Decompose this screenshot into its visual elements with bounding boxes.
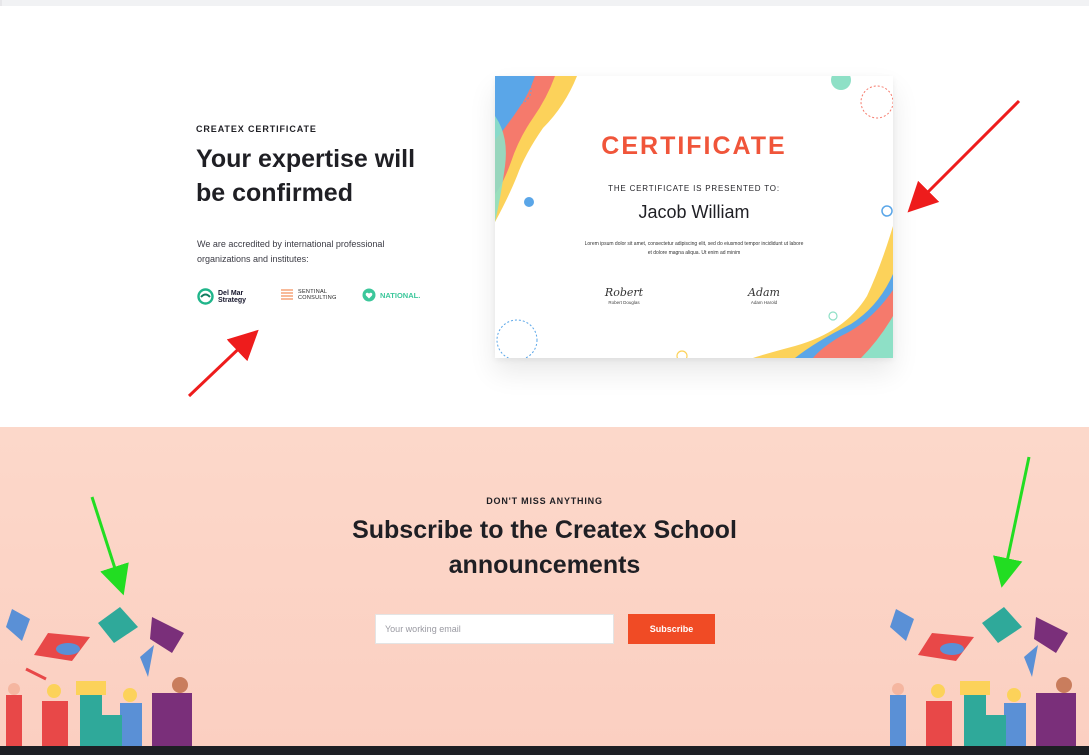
sentinal-logo-icon [281,289,293,300]
certificate-description: We are accredited by international profe… [197,239,385,264]
signature-2-name: Adam Harold [750,300,778,305]
subscribe-heading-line1: Subscribe to the Createx School [352,516,737,544]
subscribe-section: DON'T MISS ANYTHING Subscribe to the Cre… [0,427,1089,747]
subscribe-heading-line2: announcements [448,551,641,579]
del-mar-logo-icon [197,288,214,305]
subscribe-button[interactable]: Subscribe [628,614,715,644]
signature-1: Robert Robert Douglas [584,286,664,305]
footer-strip [0,746,1089,755]
certificate-card: CERTIFICATE THE CERTIFICATE IS PRESENTED… [495,76,893,358]
certificate-card-title: CERTIFICATE [601,132,787,160]
partner-national[interactable]: NATIONAL. [362,288,420,302]
partner-sentinal-line2: CONSULTING [298,295,337,301]
partner-del-mar-line2: Strategy [218,296,247,304]
subscribe-heading: Subscribe to the Createx School announce… [0,513,1089,583]
certificate-body-text: Lorem ipsum dolor sit amet, consectetur … [584,241,804,256]
certificate-eyebrow: CREATEX CERTIFICATE [196,124,317,134]
partner-del-mar-line1: Del Mar [218,289,244,297]
subscribe-eyebrow: DON'T MISS ANYTHING [486,496,603,506]
signature-2-hand: Adam [748,286,780,299]
signature-2: Adam Adam Harold [724,286,804,305]
signature-1-name: Robert Douglas [608,300,640,305]
certificate-heading: Your expertise will be confirmed [196,145,416,207]
graduation-illustration-left [6,607,192,747]
certificate-card-subtitle: THE CERTIFICATE IS PRESENTED TO: [608,184,780,193]
partner-del-mar[interactable]: Del Mar Strategy [197,288,246,305]
email-input[interactable] [375,614,614,644]
partner-logos: Del Mar Strategy SENTINAL CONSULTING NAT… [197,288,437,308]
partner-sentinal[interactable]: SENTINAL CONSULTING [280,288,337,302]
graduation-cap-icon [6,607,184,677]
national-heart-logo-icon [362,288,376,302]
signature-1-hand: Robert [604,286,644,299]
partner-national-label: NATIONAL. [380,290,421,300]
certificate-recipient: Jacob William [638,202,750,222]
graduation-illustration-right [890,607,1076,747]
